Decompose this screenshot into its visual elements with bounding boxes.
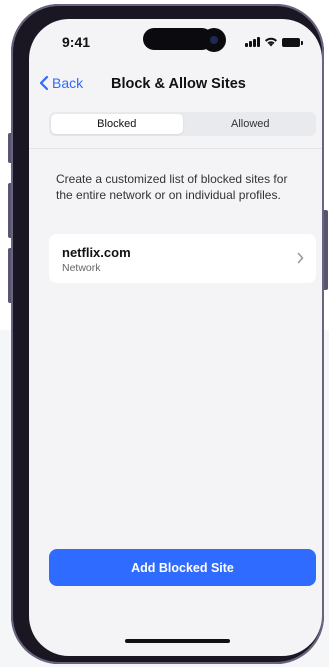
- tab-blocked[interactable]: Blocked: [51, 114, 183, 134]
- chevron-right-icon: [297, 252, 304, 264]
- segmented-control: Blocked Allowed: [49, 112, 316, 136]
- status-bar: 9:41: [29, 19, 322, 65]
- list-item-site[interactable]: netflix.com Network: [49, 234, 316, 283]
- phone-screen: 9:41 Back Block & Allow Sites Blocked Al…: [29, 19, 322, 656]
- battery-icon: [282, 38, 303, 47]
- back-label: Back: [52, 75, 84, 91]
- status-time: 9:41: [62, 34, 91, 50]
- home-indicator: [125, 639, 230, 643]
- status-icons: [245, 35, 303, 47]
- divider: [29, 148, 322, 149]
- wifi-icon: [265, 37, 277, 47]
- nav-bar: Back Block & Allow Sites: [29, 71, 322, 101]
- signal-icon: [245, 37, 260, 47]
- phone-frame: 9:41 Back Block & Allow Sites Blocked Al…: [11, 4, 324, 664]
- description-text: Create a customized list of blocked site…: [56, 172, 288, 202]
- site-scope: Network: [62, 262, 101, 274]
- chevron-left-icon: [39, 75, 49, 91]
- camera-icon: [202, 28, 226, 52]
- site-name: netflix.com: [62, 245, 131, 260]
- back-button[interactable]: Back: [39, 75, 83, 91]
- tab-allowed[interactable]: Allowed: [185, 112, 317, 136]
- page-title: Block & Allow Sites: [111, 76, 246, 92]
- add-blocked-site-button[interactable]: Add Blocked Site: [49, 549, 316, 586]
- stage: 9:41 Back Block & Allow Sites Blocked Al…: [0, 0, 329, 667]
